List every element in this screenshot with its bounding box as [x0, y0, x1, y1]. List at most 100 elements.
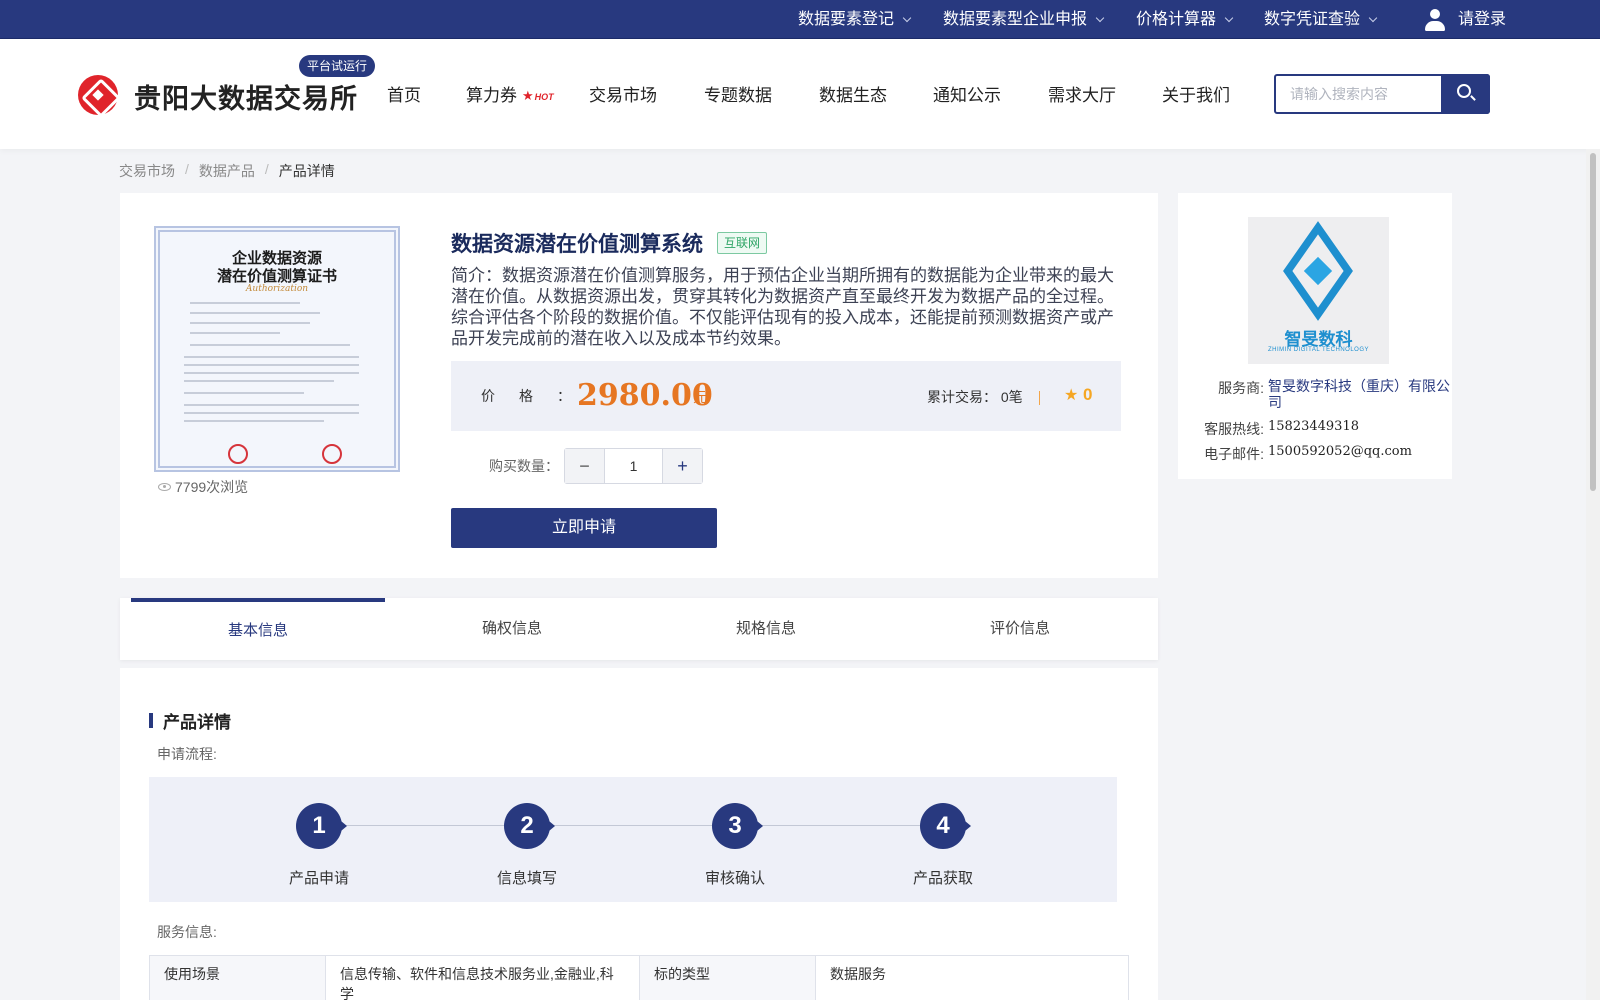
step-label: 产品申请	[288, 870, 349, 887]
product-card: 企业数据资源 潜在价值测算证书 Authorization 7799次浏览 数据…	[120, 193, 1158, 578]
view-count: 7799次浏览	[158, 477, 248, 497]
topbar-item-label: 数据要素型企业申报	[943, 11, 1088, 28]
user-icon	[1424, 8, 1446, 32]
topbar-price-calculator[interactable]: 价格计算器	[1136, 0, 1234, 39]
step-number: 1	[296, 803, 347, 849]
chevron-down-icon	[1095, 13, 1105, 22]
apply-now-button[interactable]: 立即申请	[451, 508, 717, 548]
tab-rights-info[interactable]: 确权信息	[385, 598, 639, 660]
breadcrumb-current: 产品详情	[278, 163, 335, 179]
product-certificate-image[interactable]: 企业数据资源 潜在价值测算证书 Authorization	[154, 226, 400, 472]
certificate-text-line	[184, 356, 359, 358]
main-header: 贵阳大数据交易所 平台试运行 首页 算力券 HOT 交易市场 专题数据 数据生态…	[0, 39, 1600, 149]
quantity-stepper: − 1 +	[564, 448, 703, 484]
certificate-seal	[228, 444, 248, 464]
product-intro: 简介：数据资源潜在价值测算服务，用于预估企业当期所拥有的数据能为企业带来的最大潜…	[451, 266, 1114, 349]
login-link[interactable]: 请登录	[1424, 0, 1506, 39]
topbar-enterprise-declaration[interactable]: 数据要素型企业申报	[943, 0, 1105, 39]
certificate-text-line	[190, 344, 350, 346]
exchange-logo-icon[interactable]	[78, 75, 118, 115]
nav-compute-voucher[interactable]: 算力券	[466, 81, 517, 106]
step-label: 审核确认	[704, 870, 765, 887]
rating-value: 0	[1083, 385, 1093, 404]
provider-phone-key: 客服热线:	[1204, 421, 1264, 437]
certificate-text-line	[190, 312, 320, 314]
price-unit: 元	[693, 389, 707, 405]
search-icon	[1457, 84, 1471, 98]
table-row: 使用场景 信息传输、软件和信息技术服务业,金融业,科学 标的类型 数据服务	[149, 955, 1129, 1000]
certificate-text-line	[190, 302, 300, 304]
topbar-item-label: 数据要素登记	[798, 11, 895, 28]
step-number: 4	[920, 803, 971, 849]
tab-spec-info[interactable]: 规格信息	[639, 598, 893, 660]
nav-about-us[interactable]: 关于我们	[1162, 81, 1230, 106]
certificate-text-line	[184, 372, 359, 374]
provider-phone-value: 15823449318	[1268, 419, 1359, 434]
page-scrollbar[interactable]	[1586, 149, 1600, 1000]
nav-demand-hall[interactable]: 需求大厅	[1048, 81, 1116, 106]
service-info-table: 使用场景 信息传输、软件和信息技术服务业,金融业,科学 标的类型 数据服务	[149, 955, 1129, 1000]
search-button[interactable]	[1441, 74, 1490, 114]
service-info-label: 服务信息:	[157, 924, 217, 940]
table-cell-value: 信息传输、软件和信息技术服务业,金融业,科学	[325, 955, 640, 1000]
flow-label: 申请流程:	[157, 746, 217, 762]
quantity-label: 购买数量：	[489, 458, 559, 474]
chevron-down-icon	[1368, 13, 1378, 22]
topbar-data-registration[interactable]: 数据要素登记	[798, 0, 912, 39]
tab-basic-info[interactable]: 基本信息	[131, 598, 385, 660]
tab-review-info[interactable]: 评价信息	[893, 598, 1147, 660]
certificate-subtitle: Authorization	[245, 284, 309, 294]
certificate-seal	[322, 444, 342, 464]
nav-trading-market[interactable]: 交易市场	[589, 81, 657, 106]
scrollbar-thumb[interactable]	[1590, 153, 1596, 491]
login-label: 请登录	[1458, 11, 1507, 28]
breadcrumb-data-products[interactable]: 数据产品	[199, 161, 255, 181]
step-label: 信息填写	[496, 870, 557, 887]
provider-name-link[interactable]: 智旻数字科技（重庆）有限公司	[1264, 378, 1450, 410]
search-box	[1274, 74, 1490, 114]
chevron-down-icon	[902, 13, 912, 22]
eye-icon	[158, 483, 171, 491]
application-flow: 1 产品申请 2 信息填写 3 审核确认 4 产品获取	[149, 777, 1117, 902]
certificate-text-line	[184, 380, 334, 382]
nav-announcements[interactable]: 通知公示	[933, 81, 1001, 106]
price-panel: 价格： 2980.00 元 累计交易： 0笔 ★ 0	[451, 361, 1121, 431]
certificate-text-line	[184, 420, 324, 422]
cube-logo-icon	[1272, 221, 1364, 321]
flow-step: 2 信息填写	[467, 803, 587, 888]
provider-name-key: 服务商:	[1218, 380, 1264, 396]
certificate-text-line	[184, 412, 359, 414]
nav-data-ecosystem[interactable]: 数据生态	[819, 81, 887, 106]
quantity-input[interactable]: 1	[605, 449, 662, 483]
table-cell-value: 数据服务	[815, 955, 1129, 1000]
topbar-voucher-check[interactable]: 数字凭证查验	[1264, 0, 1378, 39]
flow-step: 4 产品获取	[883, 803, 1003, 888]
step-number: 3	[712, 803, 763, 849]
search-input[interactable]	[1280, 78, 1440, 110]
product-title: 数据资源潜在价值测算系统	[451, 231, 703, 256]
flow-step: 1 产品申请	[259, 803, 379, 888]
certificate-text-line	[190, 322, 310, 324]
breadcrumb-separator: /	[185, 161, 189, 177]
hot-badge: HOT	[522, 88, 554, 104]
certificate-text-line	[184, 392, 304, 394]
quantity-decrease-button[interactable]: −	[565, 449, 605, 483]
site-name[interactable]: 贵阳大数据交易所	[134, 77, 358, 116]
nav-topic-data[interactable]: 专题数据	[704, 81, 772, 106]
chevron-down-icon	[1224, 13, 1234, 22]
star-icon: ★	[1064, 387, 1079, 404]
product-detail-section: 产品详情 申请流程: 1 产品申请 2 信息填写 3 审核确认 4 产品获取 服…	[120, 668, 1158, 1000]
divider	[1039, 391, 1040, 405]
breadcrumb-market[interactable]: 交易市场	[119, 161, 175, 181]
view-count-label: 7799次浏览	[175, 479, 249, 495]
provider-logo[interactable]: 智旻数科 ZHIMIN DIGITAL TECHNOLOGY	[1248, 217, 1389, 364]
quantity-increase-button[interactable]: +	[662, 449, 702, 483]
provider-name-row: 服务商: 智旻数字科技（重庆）有限公司	[1196, 378, 1450, 410]
certificate-text-line	[190, 332, 280, 334]
flow-connector	[344, 825, 944, 826]
table-cell-key: 标的类型	[639, 955, 816, 1000]
nav-home[interactable]: 首页	[387, 81, 421, 106]
provider-phone-row: 客服热线: 15823449318	[1196, 419, 1359, 439]
detail-tabs: 基本信息 确权信息 规格信息 评价信息	[120, 598, 1158, 660]
section-accent-bar	[149, 713, 153, 728]
